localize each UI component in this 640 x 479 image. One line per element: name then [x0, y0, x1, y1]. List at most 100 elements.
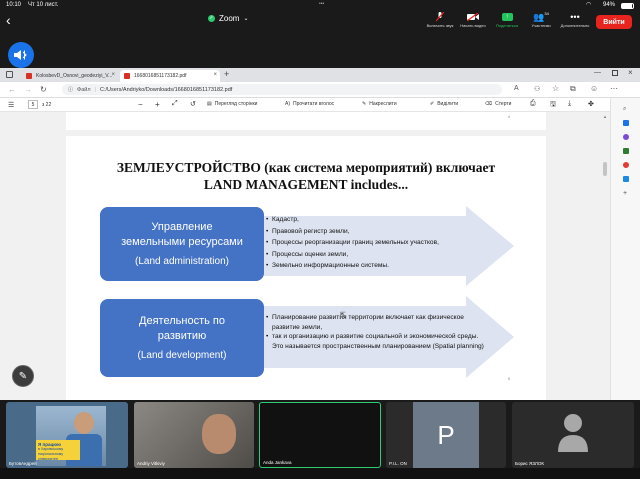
list-item: Планирование развития территории включае… — [266, 313, 488, 332]
pdf-icon — [26, 73, 32, 79]
more-button[interactable]: ••• Дополнительно — [558, 12, 592, 28]
back-icon[interactable]: ← — [8, 85, 16, 94]
collections-icon[interactable]: ⧉ — [570, 84, 576, 94]
page-number-input[interactable]: 5 — [28, 100, 38, 109]
fit-page-icon[interactable]: ⤢ — [172, 100, 178, 108]
shared-screen: KolosbevD_Osnovi_geodeziyi_V... × 166801… — [0, 68, 640, 400]
land-administration-box: Управление земельными ресурсами (Land ad… — [100, 207, 264, 281]
pdf-icon — [124, 73, 130, 79]
participant-tile[interactable]: Я працюю в Харківському національному ун… — [6, 402, 128, 468]
pencil-icon: ✎ — [18, 370, 28, 382]
outlook-icon[interactable] — [623, 176, 629, 182]
page-view-button[interactable]: ▤ Перегляд сторінки — [207, 101, 257, 107]
rotate-icon[interactable]: ↺ — [190, 100, 196, 108]
participants-icon: 👥 34 — [533, 10, 549, 22]
land-development-list: Планирование развития территории включае… — [266, 313, 488, 351]
extensions-icon[interactable]: ⚇ — [534, 85, 540, 93]
start-video-button[interactable]: Начать видео — [456, 12, 490, 28]
list-item: Земельно информационные системы. — [266, 260, 526, 272]
participant-name: P.I.L. ON — [389, 461, 407, 466]
address-text: C:/Users/Andriyko/Downloads/166801685117… — [99, 86, 233, 93]
forward-icon[interactable]: → — [24, 85, 32, 94]
draw-icon: ✎ — [362, 101, 367, 107]
more-icon: ••• — [570, 12, 580, 22]
save-icon[interactable]: 🖫 — [550, 100, 556, 111]
participants-button[interactable]: 👥 34 Участники — [526, 10, 556, 29]
close-icon[interactable]: × — [213, 72, 217, 78]
avatar — [202, 414, 236, 454]
unmute-button[interactable]: Включить звук — [422, 12, 458, 28]
favorites-star-icon[interactable]: ☆ — [552, 84, 559, 93]
default-avatar-icon — [558, 414, 588, 452]
erase-button[interactable]: ⌫ Стерти — [485, 101, 511, 107]
previous-page-number: 4 — [507, 114, 510, 119]
participant-name: Anda Jankava — [263, 460, 292, 465]
tools-icon[interactable] — [623, 134, 629, 140]
land-administration-list: Кадастр, Правовой регистр земли, Процесс… — [266, 214, 526, 272]
speaker-bluetooth-icon — [14, 50, 27, 60]
pdf-viewer[interactable]: 4 ЗЕМЛЕУСТРОЙСТВО (как система мероприят… — [0, 112, 610, 400]
read-aloud-icon: A) — [285, 101, 290, 107]
page-total: з 22 — [42, 102, 52, 108]
reload-icon[interactable]: ↻ — [40, 85, 47, 94]
shopping-icon[interactable] — [623, 120, 629, 126]
profile-icon[interactable]: ☺ — [590, 84, 598, 93]
exit-button[interactable]: Вийти — [596, 15, 632, 29]
background-banner: Я працюю в Харківському національному ун… — [36, 440, 80, 461]
close-window-icon[interactable]: × — [628, 68, 633, 77]
scroll-up-icon[interactable]: ▲ — [603, 114, 607, 119]
tab-active[interactable]: 1668016851173182.pdf × — [120, 70, 220, 82]
pin-icon[interactable]: ✤ — [588, 100, 594, 108]
save-as-icon[interactable]: ⤓ — [568, 100, 571, 108]
more-dots-icon: ••• — [319, 1, 325, 7]
highlight-icon: ✐ — [430, 101, 435, 107]
participant-name: БутовАндрей — [9, 461, 37, 466]
zoom-in-button[interactable]: + — [155, 100, 160, 109]
page-view-icon: ▤ — [207, 101, 212, 107]
minimize-icon[interactable]: — — [594, 69, 601, 76]
back-chevron-icon[interactable]: ‹ — [6, 12, 11, 28]
slide-page-number: 5 — [507, 376, 510, 381]
audio-status-button[interactable] — [8, 42, 34, 68]
slide-title-line2: LAND MANAGEMENT includes... — [203, 177, 409, 192]
read-mode-icon[interactable]: A — [514, 85, 519, 92]
office-icon[interactable] — [623, 162, 629, 168]
participant-tile[interactable]: P P.I.L. ON — [386, 402, 506, 468]
avatar-initial: P — [413, 402, 479, 468]
meeting-title[interactable]: ✓ Zoom ⌄ — [208, 14, 248, 23]
add-icon[interactable]: + — [623, 190, 627, 197]
edge-sidebar: ⌕ + — [610, 98, 640, 400]
wifi-icon: ◠ — [586, 2, 592, 8]
zoom-title: Zoom — [219, 14, 240, 23]
list-item: Правовой регистр земли, — [266, 226, 526, 238]
new-tab-button[interactable]: + — [224, 69, 229, 79]
settings-more-icon[interactable]: ⋯ — [610, 84, 618, 93]
scroll-thumb[interactable] — [603, 162, 607, 176]
tab-inactive[interactable]: KolosbevD_Osnovi_geodeziyi_V... × — [22, 70, 118, 82]
address-bar-row: ← → ↻ ⓘ Файл | C:/Users/Andriyko/Downloa… — [0, 82, 640, 98]
chevron-down-icon: ⌄ — [243, 16, 249, 22]
list-item: так и организацию и развитие социальной … — [266, 332, 488, 351]
tab-actions-icon[interactable] — [6, 71, 13, 78]
highlight-button[interactable]: ✐ Виділити — [430, 101, 458, 107]
maximize-icon[interactable] — [612, 70, 618, 76]
zoom-out-button[interactable]: − — [138, 100, 143, 109]
participant-name: Andriy Vitkiviy — [137, 461, 165, 466]
address-field[interactable]: ⓘ Файл | C:/Users/Andriyko/Downloads/166… — [62, 84, 502, 95]
share-button[interactable]: ↑ Поделиться — [490, 12, 524, 28]
participant-tile[interactable]: Борис ЯЗЛОК — [512, 402, 634, 468]
search-icon[interactable]: ⌕ — [623, 106, 626, 113]
participant-tile[interactable]: Andriy Vitkiviy — [134, 402, 254, 468]
draw-button[interactable]: ✎ Накреслити — [362, 101, 397, 107]
contents-icon[interactable]: ☰ — [8, 101, 14, 109]
participant-tile-active-speaker[interactable]: Anda Jankava — [259, 402, 381, 468]
list-item: Процессы оценки земли, — [266, 249, 526, 261]
annotate-button[interactable]: ✎ — [12, 365, 34, 387]
read-aloud-button[interactable]: A) Прочитати вголос — [285, 101, 334, 107]
close-icon[interactable]: × — [111, 72, 115, 78]
print-icon[interactable]: ⎙ — [530, 100, 536, 108]
games-icon[interactable] — [623, 148, 629, 154]
previous-page: 4 — [66, 112, 546, 130]
scrollbar[interactable]: ▲ — [602, 112, 608, 400]
avatar — [74, 412, 94, 434]
